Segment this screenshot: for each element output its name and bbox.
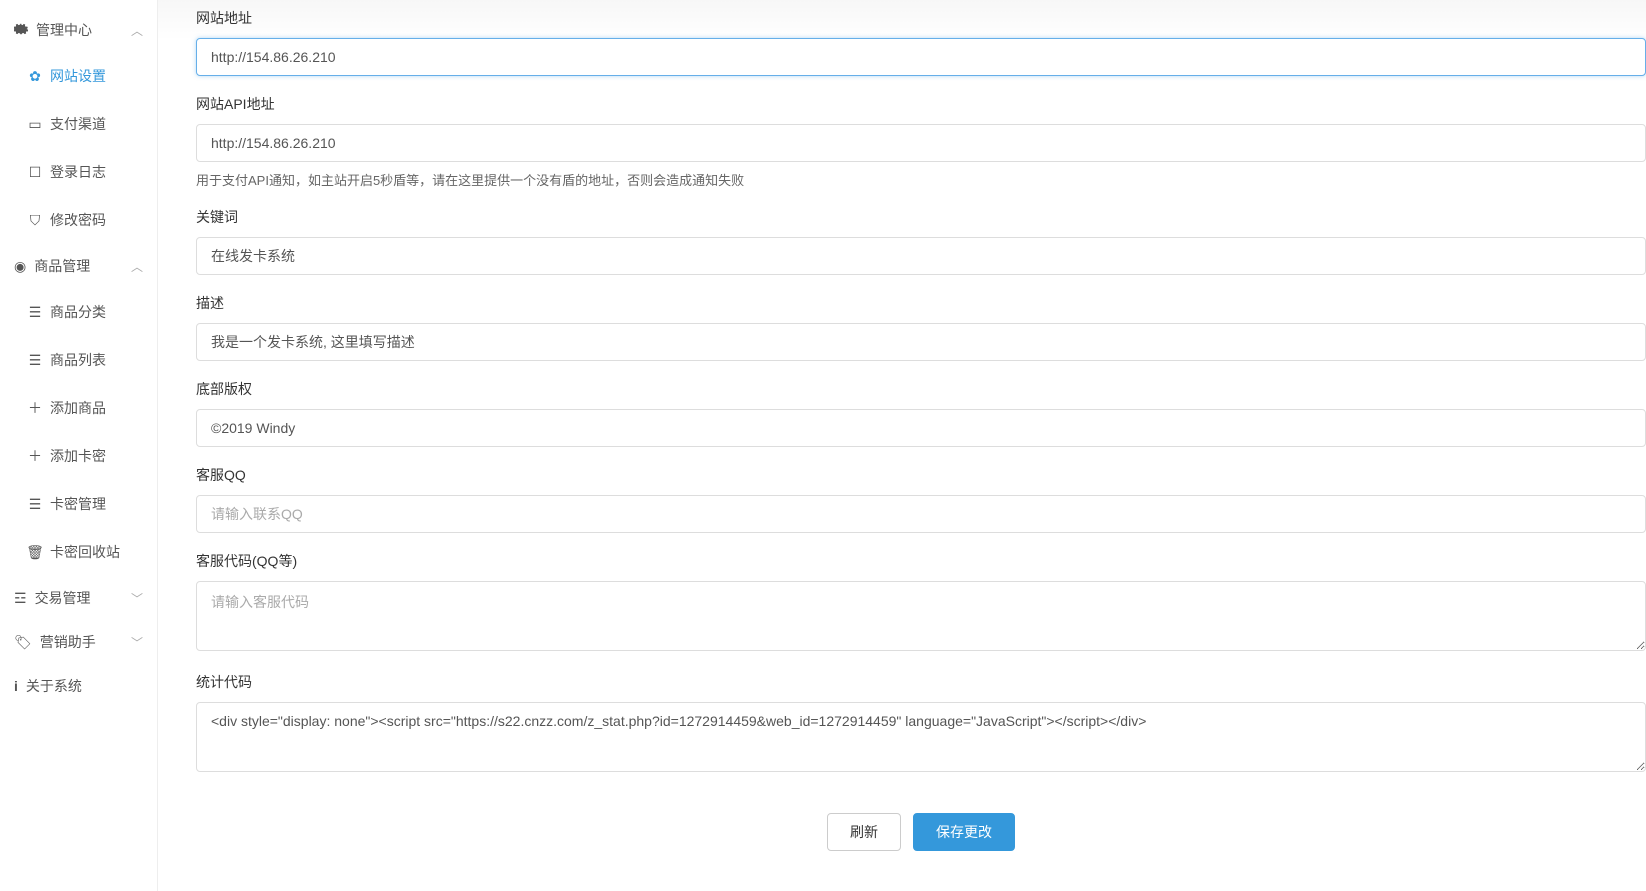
input-api-url[interactable] xyxy=(196,124,1646,162)
menu-header-label: 商品管理 xyxy=(34,256,90,276)
menu-header-label: 营销助手 xyxy=(40,632,96,652)
menu-group-products: ◉ 商品管理 ︿ ☰ 商品分类 ☰ 商品列表 ＋ 添加商品 xyxy=(0,244,157,576)
menu-group-marketing: 🏷 营销助手 ﹀ xyxy=(0,620,157,664)
menu-header-admin[interactable]: 管理中心 ︿ xyxy=(0,8,157,52)
chevron-up-icon: ︿ xyxy=(131,22,143,39)
sidebar-item-label: 网站设置 xyxy=(50,66,106,86)
sidebar-item-payment[interactable]: ▭ 支付渠道 xyxy=(0,100,157,148)
button-row: 刷新 保存更改 xyxy=(196,793,1646,851)
list-icon: ☰ xyxy=(28,304,42,321)
menu-header-label: 管理中心 xyxy=(36,20,92,40)
field-stats-code: 统计代码 xyxy=(196,672,1646,775)
menu-group-about: i 关于系统 xyxy=(0,664,157,708)
trash-icon: 🗑 xyxy=(28,544,42,561)
sidebar-item-label: 卡密管理 xyxy=(50,494,106,514)
label-keywords: 关键词 xyxy=(196,207,1646,227)
sidebar-item-login-log[interactable]: ☐ 登录日志 xyxy=(0,148,157,196)
menu-group-admin: 管理中心 ︿ ✿ 网站设置 ▭ 支付渠道 ☐ 登录日志 ⛉ xyxy=(0,8,157,244)
menu-header-transactions[interactable]: ☲ 交易管理 ﹀ xyxy=(0,576,157,620)
save-button[interactable]: 保存更改 xyxy=(913,813,1015,851)
field-description: 描述 xyxy=(196,293,1646,361)
label-service-code: 客服代码(QQ等) xyxy=(196,551,1646,571)
label-site-url: 网站地址 xyxy=(196,8,1646,28)
sidebar-item-card-manage[interactable]: ☰ 卡密管理 xyxy=(0,480,157,528)
label-stats-code: 统计代码 xyxy=(196,672,1646,692)
menu-header-about[interactable]: i 关于系统 xyxy=(0,664,157,708)
sidebar-item-add-product[interactable]: ＋ 添加商品 xyxy=(0,384,157,432)
label-api-url: 网站API地址 xyxy=(196,94,1646,114)
sidebar-item-label: 支付渠道 xyxy=(50,114,106,134)
tag-icon: 🏷 xyxy=(14,634,32,651)
field-keywords: 关键词 xyxy=(196,207,1646,275)
sidebar-item-label: 商品分类 xyxy=(50,302,106,322)
field-footer: 底部版权 xyxy=(196,379,1646,447)
gears-icon xyxy=(14,22,28,39)
textarea-service-code[interactable] xyxy=(196,581,1646,651)
menu-header-products[interactable]: ◉ 商品管理 ︿ xyxy=(0,244,157,288)
help-api-url: 用于支付API通知，如主站开启5秒盾等，请在这里提供一个没有盾的地址，否则会造成… xyxy=(196,170,1646,189)
textarea-stats-code[interactable] xyxy=(196,702,1646,772)
sidebar-item-label: 添加商品 xyxy=(50,398,106,418)
dashboard-icon: ◉ xyxy=(14,258,26,275)
input-service-qq[interactable] xyxy=(196,495,1646,533)
input-keywords[interactable] xyxy=(196,237,1646,275)
file-icon: ☐ xyxy=(28,164,42,181)
sidebar-item-label: 登录日志 xyxy=(50,162,106,182)
menu-group-transactions: ☲ 交易管理 ﹀ xyxy=(0,576,157,620)
list-icon: ☲ xyxy=(14,590,27,607)
menu-header-marketing[interactable]: 🏷 营销助手 ﹀ xyxy=(0,620,157,664)
plus-icon: ＋ xyxy=(28,398,42,418)
list-icon: ☰ xyxy=(28,352,42,369)
field-site-url: 网站地址 xyxy=(196,8,1646,76)
sidebar-item-label: 添加卡密 xyxy=(50,446,106,466)
input-site-url[interactable] xyxy=(196,38,1646,76)
input-footer[interactable] xyxy=(196,409,1646,447)
chevron-up-icon: ︿ xyxy=(131,258,143,275)
sidebar-item-product-list[interactable]: ☰ 商品列表 xyxy=(0,336,157,384)
main-content: 网站地址 网站API地址 用于支付API通知，如主站开启5秒盾等，请在这里提供一… xyxy=(158,0,1646,891)
field-service-code: 客服代码(QQ等) xyxy=(196,551,1646,654)
field-api-url: 网站API地址 用于支付API通知，如主站开启5秒盾等，请在这里提供一个没有盾的… xyxy=(196,94,1646,189)
sidebar-item-change-password[interactable]: ⛉ 修改密码 xyxy=(0,196,157,244)
label-description: 描述 xyxy=(196,293,1646,313)
plus-icon: ＋ xyxy=(28,446,42,466)
field-service-qq: 客服QQ xyxy=(196,465,1646,533)
sidebar-item-add-card[interactable]: ＋ 添加卡密 xyxy=(0,432,157,480)
chevron-down-icon: ﹀ xyxy=(131,590,143,607)
label-service-qq: 客服QQ xyxy=(196,465,1646,485)
info-icon: i xyxy=(14,678,18,694)
sidebar-item-site-settings[interactable]: ✿ 网站设置 xyxy=(0,52,157,100)
list-icon: ☰ xyxy=(28,496,42,513)
refresh-button[interactable]: 刷新 xyxy=(827,813,901,851)
sidebar-item-product-category[interactable]: ☰ 商品分类 xyxy=(0,288,157,336)
sidebar-item-label: 卡密回收站 xyxy=(50,542,120,562)
gear-icon: ✿ xyxy=(28,68,42,85)
label-footer: 底部版权 xyxy=(196,379,1646,399)
shield-icon: ⛉ xyxy=(28,212,42,229)
sidebar-item-card-recycle[interactable]: 🗑 卡密回收站 xyxy=(0,528,157,576)
sidebar: 管理中心 ︿ ✿ 网站设置 ▭ 支付渠道 ☐ 登录日志 ⛉ xyxy=(0,0,158,891)
sidebar-item-label: 商品列表 xyxy=(50,350,106,370)
chevron-down-icon: ﹀ xyxy=(131,634,143,651)
input-description[interactable] xyxy=(196,323,1646,361)
sidebar-item-label: 修改密码 xyxy=(50,210,106,230)
menu-header-label: 交易管理 xyxy=(35,588,91,608)
card-icon: ▭ xyxy=(28,116,42,133)
menu-header-label: 关于系统 xyxy=(26,676,82,696)
